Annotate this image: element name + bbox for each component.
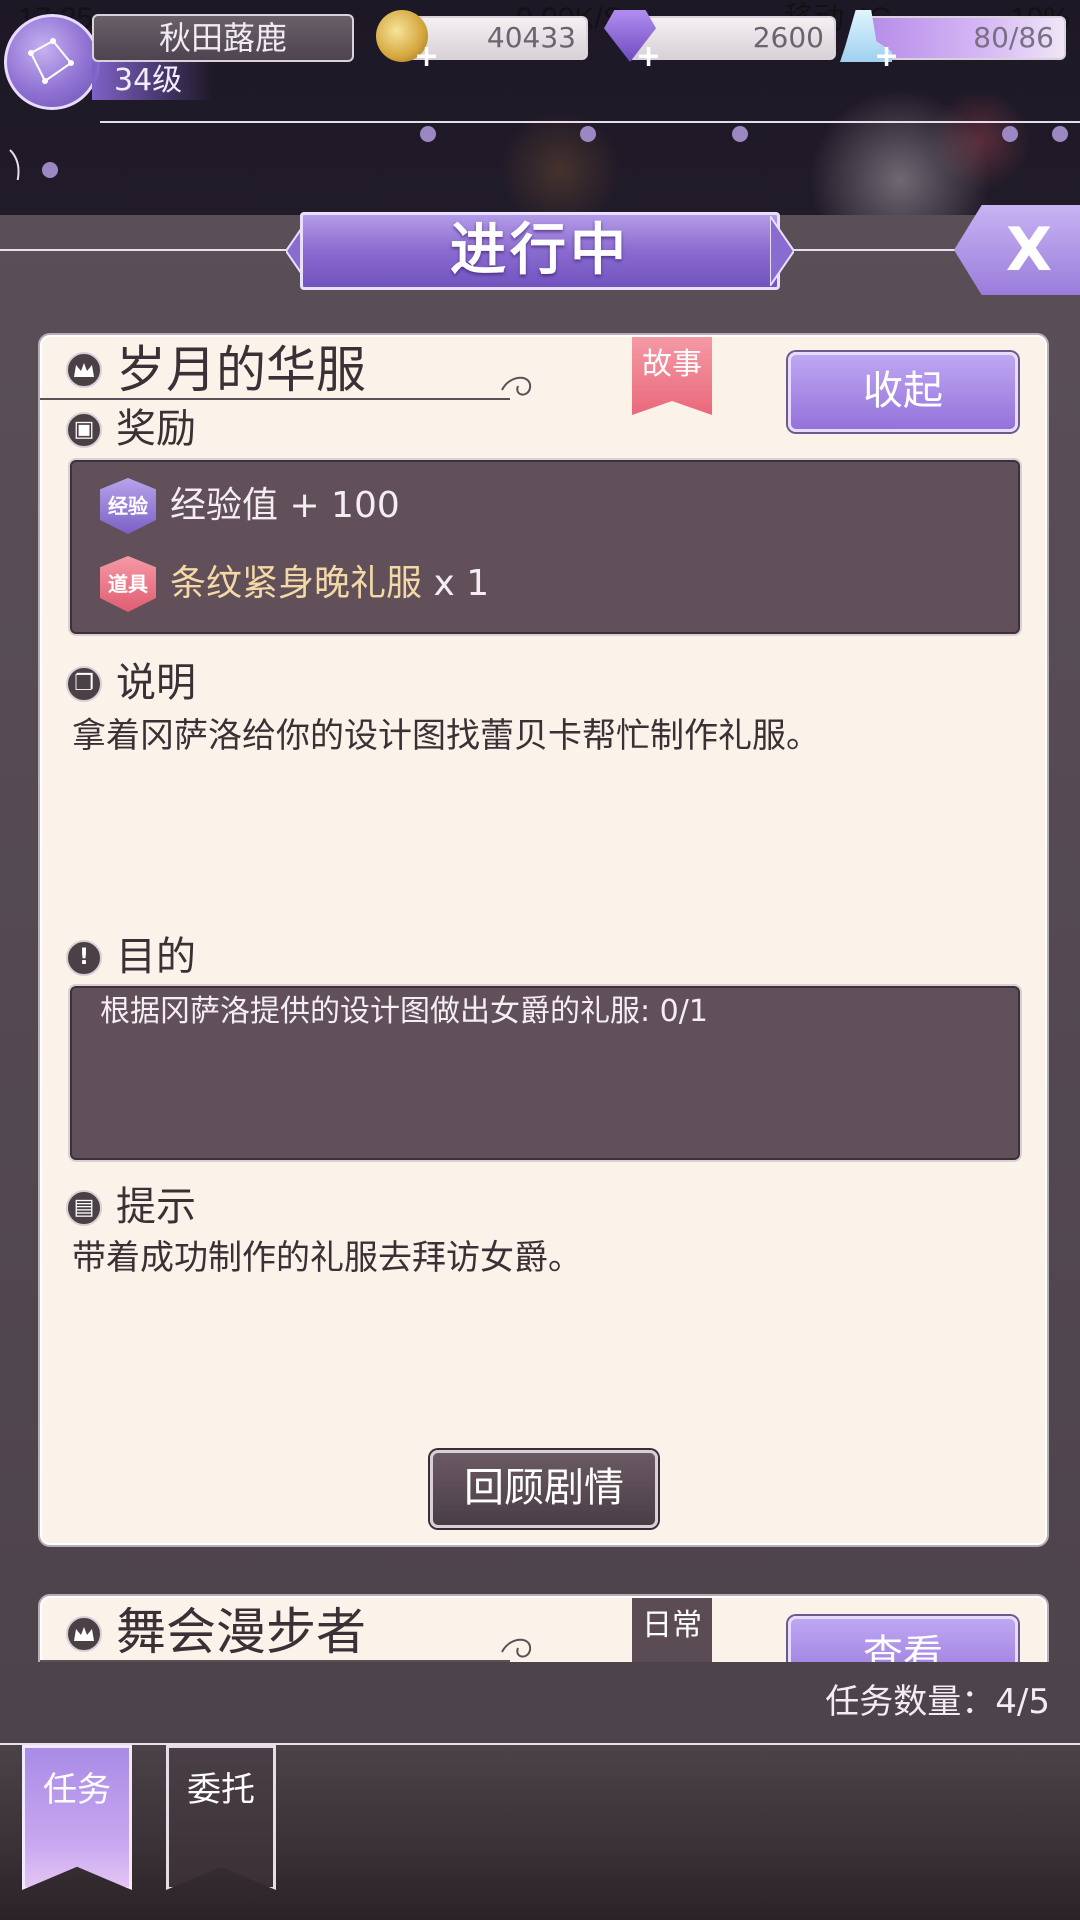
reward-item-name: 条纹紧身晚礼服: [170, 563, 423, 604]
reward-item[interactable]: 条纹紧身晚礼服 x 1: [170, 562, 489, 606]
hint-text: 带着成功制作的礼服去拜访女爵。: [72, 1238, 582, 1278]
hint-heading: 提示: [116, 1184, 196, 1230]
review-story-button[interactable]: 回顾剧情: [430, 1450, 658, 1528]
exclamation-icon: !: [66, 940, 102, 976]
page-title: 进行中: [300, 212, 780, 290]
box-icon: ▣: [66, 412, 102, 448]
decorative-vine: [9, 121, 1080, 180]
reward-exp-text: 经验值 + 100: [170, 485, 400, 526]
collapse-button[interactable]: 收起: [788, 352, 1018, 432]
quest-title: 岁月的华服: [116, 341, 366, 399]
desc-heading: 说明: [116, 660, 196, 706]
bottom-background: [0, 1742, 1080, 1920]
reward-item-qty: x 1: [422, 563, 490, 604]
banner-right-ornament-icon: [770, 216, 794, 286]
title-underline: [40, 398, 510, 400]
note-icon: ▤: [66, 1190, 102, 1226]
view-button[interactable]: 查看: [788, 1616, 1018, 1662]
swirl-ornament-icon: [501, 376, 532, 396]
book-icon: ❐: [66, 666, 102, 702]
quest-card-2-clip: 舞会漫步者 日常 查看: [0, 1590, 1080, 1662]
crown-icon-2: [66, 1616, 102, 1652]
reward-heading: 奖励: [116, 406, 196, 452]
quest-count: 任务数量：4/5: [825, 1682, 1050, 1722]
crown-icon: [66, 352, 102, 388]
bottom-divider: [0, 1743, 1080, 1745]
quest-2-title: 舞会漫步者: [116, 1603, 366, 1661]
goal-text: 根据冈萨洛提供的设计图做出女爵的礼服: 0/1: [100, 994, 708, 1029]
player-name: 秋田蕗鹿: [92, 14, 354, 62]
desc-text: 拿着冈萨洛给你的设计图找蕾贝卡帮忙制作礼服。: [72, 716, 820, 756]
swirl-ornament-2-icon: [501, 1638, 532, 1658]
quest-2-type-tag: 日常: [632, 1598, 712, 1662]
goal-heading: 目的: [116, 934, 196, 980]
